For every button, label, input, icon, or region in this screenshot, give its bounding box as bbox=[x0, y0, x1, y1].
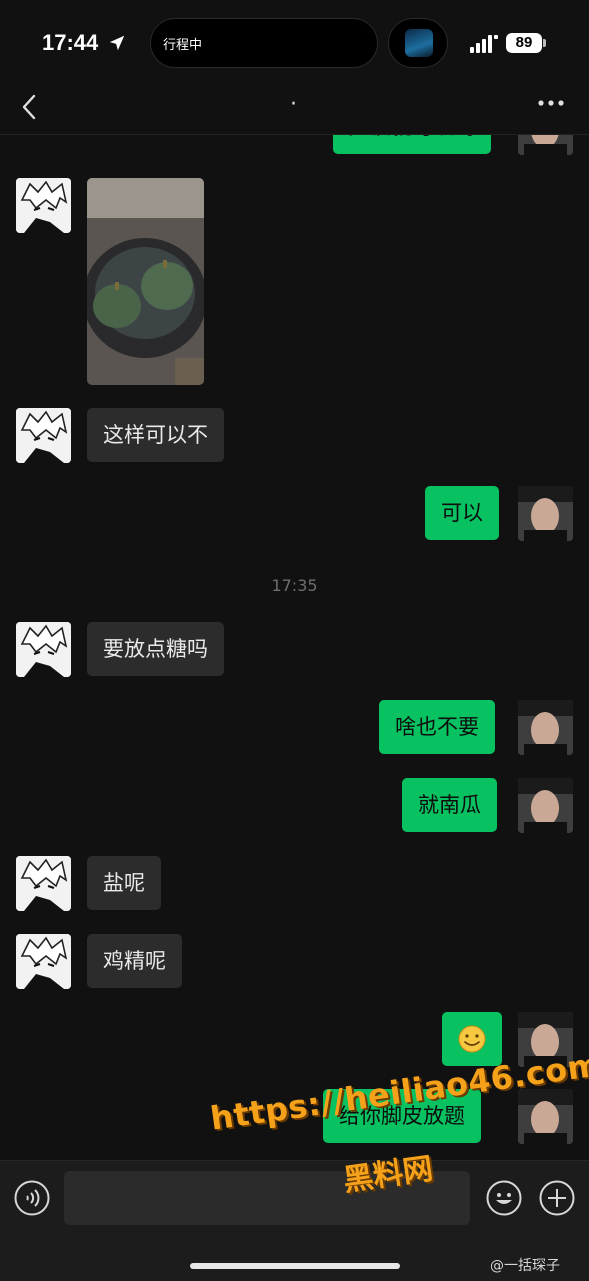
message-bubble-received[interactable]: 要放点糖吗 bbox=[87, 622, 224, 676]
my-avatar[interactable] bbox=[518, 778, 573, 833]
plus-icon[interactable] bbox=[539, 1180, 575, 1216]
my-avatar[interactable] bbox=[518, 134, 573, 155]
anime-avatar-icon bbox=[16, 856, 71, 911]
my-avatar[interactable] bbox=[518, 700, 573, 755]
anime-avatar-icon bbox=[16, 622, 71, 677]
status-time: 17:44 bbox=[42, 30, 99, 55]
location-arrow-icon bbox=[109, 35, 125, 51]
contact-avatar[interactable] bbox=[16, 408, 71, 463]
contact-avatar[interactable] bbox=[16, 934, 71, 989]
message-list[interactable]: 应该就可以吗 bbox=[0, 134, 589, 1160]
dynamic-island[interactable]: 行程中 bbox=[150, 18, 378, 68]
message-bubble-sent[interactable]: 就南瓜 bbox=[402, 778, 497, 832]
anime-avatar-icon bbox=[16, 934, 71, 989]
battery-tip bbox=[543, 39, 546, 47]
smile-emoji-icon bbox=[458, 1025, 486, 1053]
person-photo-icon bbox=[518, 1089, 573, 1144]
person-photo-icon bbox=[518, 486, 573, 541]
message-bubble-sent[interactable] bbox=[442, 1012, 502, 1066]
signal-icon bbox=[470, 35, 498, 53]
timestamp: 17:35 bbox=[271, 576, 318, 595]
contact-avatar[interactable] bbox=[16, 178, 71, 233]
more-dots-icon[interactable] bbox=[538, 98, 564, 108]
weibo-credit: @一括琛子 bbox=[490, 1258, 560, 1274]
message-bubble-received[interactable]: 这样可以不 bbox=[87, 408, 224, 462]
person-photo-icon bbox=[518, 778, 573, 833]
message-bubble-sent[interactable]: 啥也不要 bbox=[379, 700, 495, 754]
chat-title: · bbox=[290, 92, 297, 117]
voice-icon[interactable] bbox=[14, 1180, 50, 1216]
my-avatar[interactable] bbox=[518, 1089, 573, 1144]
island-media[interactable] bbox=[388, 18, 448, 68]
emoji-icon[interactable] bbox=[486, 1180, 522, 1216]
contact-avatar[interactable] bbox=[16, 622, 71, 677]
anime-avatar-icon bbox=[16, 408, 71, 463]
my-avatar[interactable] bbox=[518, 486, 573, 541]
pumpkin-photo-icon bbox=[87, 178, 204, 385]
message-bubble-sent[interactable]: 可以 bbox=[425, 486, 499, 540]
message-bubble-received[interactable]: 盐呢 bbox=[87, 856, 161, 910]
media-thumbnail-icon bbox=[405, 29, 433, 57]
status-bar: 17:44 行程中 89 bbox=[0, 0, 589, 88]
person-photo-icon bbox=[518, 700, 573, 755]
person-photo-icon bbox=[518, 134, 573, 155]
home-indicator[interactable] bbox=[190, 1263, 400, 1269]
island-label: 行程中 bbox=[163, 38, 203, 53]
message-bubble-received[interactable]: 鸡精呢 bbox=[87, 934, 182, 988]
message-bubble-sent[interactable]: 应该就可以吗 bbox=[333, 134, 491, 154]
anime-avatar-icon bbox=[16, 178, 71, 233]
battery-indicator: 89 bbox=[506, 33, 542, 53]
back-chevron-icon[interactable] bbox=[18, 92, 42, 122]
chat-header: · bbox=[0, 88, 589, 135]
contact-avatar[interactable] bbox=[16, 856, 71, 911]
message-image[interactable] bbox=[87, 178, 204, 385]
